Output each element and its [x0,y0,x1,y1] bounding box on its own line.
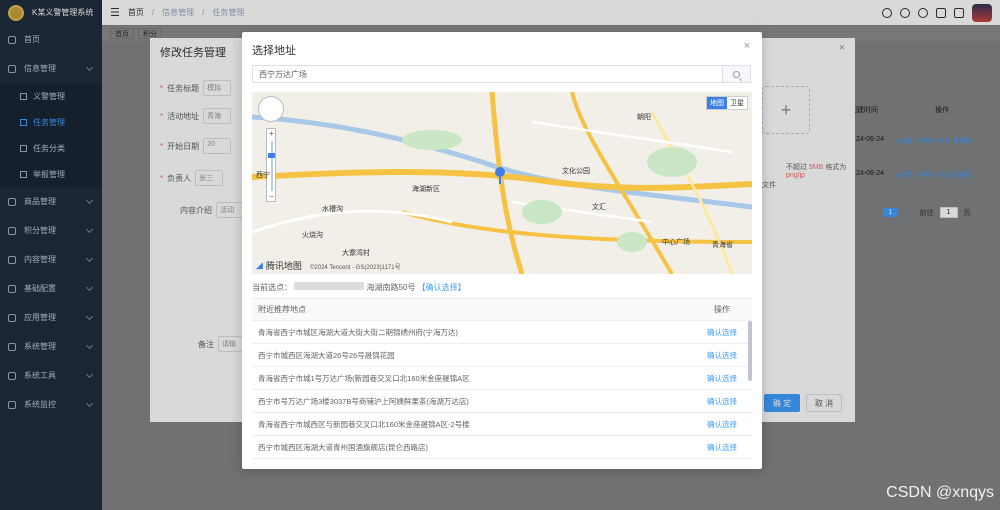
confirm-select-link[interactable]: 确认选择 [692,419,752,430]
table-row: 青海省西宁市城西区与新园巷交叉口北160米金座晟锦A区-2号楼 确认选择 [252,413,752,436]
map-canvas[interactable]: 地图 卫星 + − 西宁 朝阳 文化公园 海湖新区 水槽沟 火烧沟 大寨湾村 文… [252,92,752,274]
selected-confirm-link[interactable]: 【确认选择】 [418,283,466,292]
zoom-slider-handle[interactable] [268,153,275,158]
map-label: 文汇 [592,204,606,211]
table-scrollbar[interactable] [748,321,752,381]
map-label: 青海省 [712,242,733,249]
map-pan-control[interactable] [258,96,284,122]
map-label: 水槽沟 [322,206,343,213]
search-icon [733,70,740,78]
watermark: CSDN @xnqys [886,484,994,501]
table-row: 西宁市城西区海湖大道青州国酒旗舰店(昆仑西路店) 确认选择 [252,436,752,459]
map-label: 西宁 [256,172,270,179]
confirm-select-link[interactable]: 确认选择 [692,396,752,407]
map-type-satellite[interactable]: 卫星 [727,97,747,109]
confirm-select-link[interactable]: 确认选择 [692,327,752,338]
map-label: 朝阳 [637,114,651,121]
table-row: 青海省西宁市城区海湖大道大街大街二期锦绣州府(宁海万达) 确认选择 [252,321,752,344]
map-label: 火烧沟 [302,232,323,239]
table-row: 青海省西宁市城1号万达广场(新园巷交叉口北160米金座晟锦A区 确认选择 [252,367,752,390]
map-copyright: ©2024 Tencent - GS(2023)1171号 [310,265,401,271]
table-row: 西宁市城西区海湖大道26号26号晟锦花园 确认选择 [252,344,752,367]
map-label: 大寨湾村 [342,250,370,257]
zoom-out-icon[interactable]: − [267,192,276,201]
select-address-dialog: 选择地址 × 西宁万达广场 地图 卫星 + − 西宁 朝阳 文化公园 海湖新区 … [242,32,762,469]
confirm-select-link[interactable]: 确认选择 [692,350,752,361]
map-type-switch: 地图 卫星 [706,96,748,110]
map-label: 海湖新区 [412,186,440,193]
selected-point: 当前选点： 海湖南路50号 【确认选择】 [252,282,466,292]
table-header: 附近推荐地点 操作 [252,299,752,321]
tencent-map-logo: ◢ 腾讯地图 [256,260,302,271]
address-search-input[interactable]: 西宁万达广场 [252,65,723,83]
map-label: 中心广场 [662,239,690,246]
table-row: 西宁市号万达广场3楼3037B号商铺沪上阿姨鲜果茶(海湖万达店) 确认选择 [252,390,752,413]
confirm-select-link[interactable]: 确认选择 [692,373,752,384]
confirm-select-link[interactable]: 确认选择 [692,442,752,453]
address-search-button[interactable] [723,65,751,83]
map-zoom-control[interactable]: + − [266,128,276,202]
map-label: 文化公园 [562,168,590,175]
tencent-map-icon: ◢ [256,260,263,270]
zoom-in-icon[interactable]: + [267,129,276,138]
map-type-map[interactable]: 地图 [707,97,727,109]
selected-address: 海湖南路50号 [366,283,416,292]
close-icon[interactable]: × [744,40,750,52]
address-dialog-title: 选择地址 [252,45,296,57]
nearby-table: 附近推荐地点 操作 青海省西宁市城区海湖大道大街大街二期锦绣州府(宁海万达) 确认… [252,298,752,459]
